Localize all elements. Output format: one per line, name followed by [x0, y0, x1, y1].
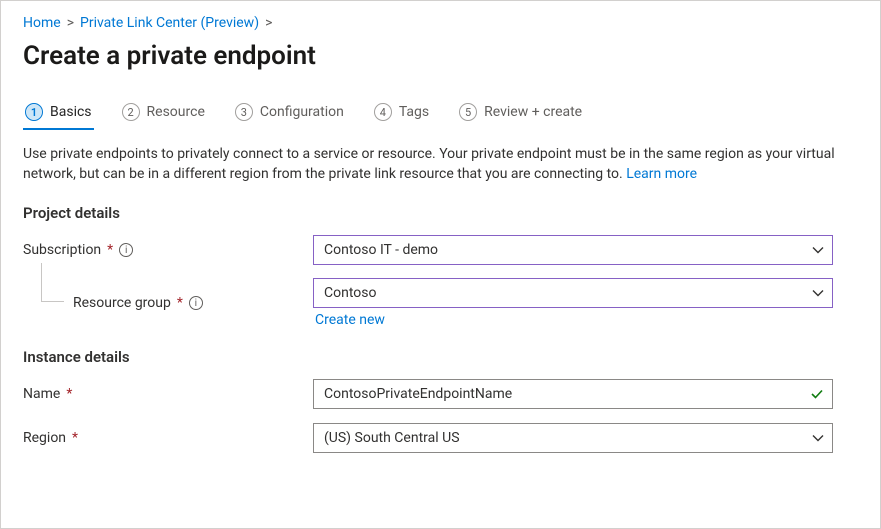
learn-more-link[interactable]: Learn more [626, 166, 697, 182]
tab-label: Resource [147, 104, 205, 120]
subscription-label: Subscription [23, 242, 101, 258]
row-resource-group: Resource group * i Contoso Create new [23, 278, 858, 328]
page-title: Create a private endpoint [23, 41, 858, 71]
required-indicator: * [107, 242, 113, 258]
tab-label: Review + create [484, 104, 582, 120]
required-indicator: * [177, 295, 183, 311]
tab-step-number: 5 [459, 103, 477, 121]
section-instance-details: Instance details [23, 348, 858, 366]
row-subscription: Subscription * i Contoso IT - demo [23, 234, 858, 266]
subscription-select[interactable]: Contoso IT - demo [313, 235, 833, 265]
create-new-resource-group-link[interactable]: Create new [313, 312, 833, 328]
name-label: Name [23, 386, 60, 402]
tab-basics[interactable]: 1 Basics [23, 99, 94, 129]
row-region: Region * (US) South Central US [23, 422, 858, 454]
info-icon[interactable]: i [189, 296, 203, 310]
tab-tags[interactable]: 4 Tags [372, 99, 431, 129]
required-indicator: * [66, 386, 72, 402]
required-indicator: * [72, 430, 78, 446]
tab-configuration[interactable]: 3 Configuration [233, 99, 346, 129]
row-name: Name * [23, 378, 858, 410]
tab-label: Tags [399, 104, 429, 120]
subscription-value: Contoso IT - demo [324, 242, 438, 258]
description-text: Use private endpoints to privately conne… [23, 146, 835, 182]
region-value: (US) South Central US [324, 430, 460, 446]
tab-step-number: 3 [235, 103, 253, 121]
region-label: Region [23, 430, 66, 446]
tab-resource[interactable]: 2 Resource [120, 99, 207, 129]
breadcrumb-private-link-center[interactable]: Private Link Center (Preview) [80, 15, 259, 31]
breadcrumb-separator: > [265, 15, 272, 31]
tab-review-create[interactable]: 5 Review + create [457, 99, 584, 129]
name-input-wrapper [313, 379, 833, 409]
breadcrumb-home[interactable]: Home [23, 15, 61, 31]
tab-step-number: 1 [25, 103, 43, 121]
resource-group-value: Contoso [324, 285, 376, 301]
resource-group-select[interactable]: Contoso [313, 278, 833, 308]
tab-step-number: 4 [374, 103, 392, 121]
resource-group-label: Resource group [73, 295, 171, 311]
check-icon [810, 387, 824, 401]
chevron-down-icon [812, 287, 824, 299]
section-project-details: Project details [23, 204, 858, 222]
breadcrumb: Home > Private Link Center (Preview) > [23, 15, 858, 31]
tab-description: Use private endpoints to privately conne… [23, 144, 858, 184]
chevron-down-icon [812, 432, 824, 444]
tab-label: Basics [50, 104, 92, 120]
breadcrumb-separator: > [67, 15, 74, 31]
name-input[interactable] [324, 386, 802, 402]
region-select[interactable]: (US) South Central US [313, 423, 833, 453]
info-icon[interactable]: i [119, 243, 133, 257]
tab-step-number: 2 [122, 103, 140, 121]
tab-label: Configuration [260, 104, 344, 120]
chevron-down-icon [812, 244, 824, 256]
wizard-tabs: 1 Basics 2 Resource 3 Configuration 4 Ta… [23, 99, 858, 130]
